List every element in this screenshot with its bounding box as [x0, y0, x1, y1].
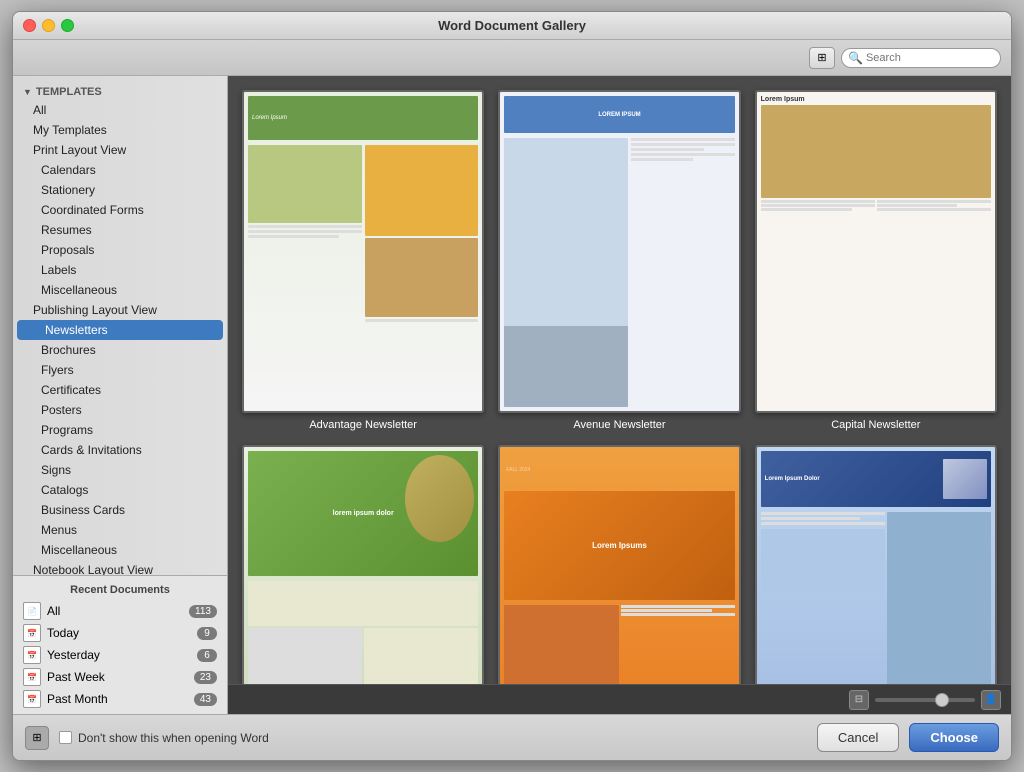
sidebar-item-flyers[interactable]: Flyers: [13, 360, 227, 380]
templates-section-header: ▼ TEMPLATES: [13, 82, 227, 100]
sidebar-item-stationery[interactable]: Stationery: [13, 180, 227, 200]
recent-documents-header: Recent Documents: [13, 580, 227, 600]
template-card-checkerboard[interactable]: lorem ipsum dolor: [242, 445, 484, 684]
template-thumb-advantage: Lorem Ipsum: [242, 90, 484, 413]
sidebar-item-notebook-layout-view[interactable]: Notebook Layout View: [13, 560, 227, 575]
cancel-button[interactable]: Cancel: [817, 723, 899, 752]
template-thumb-fall: FALL 2024 Lorem Ipsums: [498, 445, 740, 684]
main-window: Word Document Gallery ⊞ 🔍 ▼ TEMPLATES Al…: [12, 11, 1012, 761]
template-card-capital[interactable]: Lorem Ipsum: [755, 90, 997, 431]
grid-view-icon: ⊞: [817, 51, 826, 64]
recent-yesterday-icon: 📅: [23, 646, 41, 664]
template-thumb-capital: Lorem Ipsum: [755, 90, 997, 413]
sidebar-item-certificates[interactable]: Certificates: [13, 380, 227, 400]
recent-past-week-icon: 📅: [23, 668, 41, 686]
footer: ⊞ Don't show this when opening Word Canc…: [13, 714, 1011, 760]
template-card-advantage[interactable]: Lorem Ipsum: [242, 90, 484, 431]
sidebar-item-print-layout-view[interactable]: Print Layout View: [13, 140, 227, 160]
sidebar-item-posters[interactable]: Posters: [13, 400, 227, 420]
recent-item-past-week[interactable]: 📅 Past Week 23: [13, 666, 227, 688]
template-label-avenue: Avenue Newsletter: [573, 419, 665, 431]
template-card-float[interactable]: Lorem Ipsum Dolor: [755, 445, 997, 684]
sidebar-item-newsletters[interactable]: Newsletters: [17, 320, 223, 340]
content-area: Lorem Ipsum: [228, 76, 1011, 714]
zoom-button[interactable]: [61, 19, 74, 32]
recent-item-today[interactable]: 📅 Today 9: [13, 622, 227, 644]
zoom-slider-area: ⊟ 👤: [238, 690, 1001, 710]
template-label-capital: Capital Newsletter: [831, 419, 920, 431]
sidebar-item-business-cards[interactable]: Business Cards: [13, 500, 227, 520]
choose-button[interactable]: Choose: [909, 723, 999, 752]
recent-item-past-month[interactable]: 📅 Past Month 43: [13, 688, 227, 710]
template-gallery: Lorem Ipsum: [228, 76, 1011, 684]
content-bottom-bar: ⊟ 👤: [228, 684, 1011, 714]
triangle-icon: ▼: [23, 87, 32, 97]
templates-header-label: TEMPLATES: [36, 86, 102, 98]
main-area: ▼ TEMPLATES All My Templates Print Layou…: [13, 76, 1011, 714]
recent-past-month-icon: 📅: [23, 690, 41, 708]
zoom-thumb[interactable]: [935, 693, 949, 707]
dont-show-checkbox[interactable]: [59, 731, 72, 744]
sidebar-item-signs[interactable]: Signs: [13, 460, 227, 480]
zoom-track: [875, 698, 975, 702]
sidebar-item-miscellaneous1[interactable]: Miscellaneous: [13, 280, 227, 300]
sidebar-item-cards-invitations[interactable]: Cards & Invitations: [13, 440, 227, 460]
sidebar-item-publishing-layout-view[interactable]: Publishing Layout View: [13, 300, 227, 320]
recent-all-icon: 📄: [23, 602, 41, 620]
sidebar-item-programs[interactable]: Programs: [13, 420, 227, 440]
close-button[interactable]: [23, 19, 36, 32]
sidebar-item-resumes[interactable]: Resumes: [13, 220, 227, 240]
sidebar-item-miscellaneous2[interactable]: Miscellaneous: [13, 540, 227, 560]
search-icon: 🔍: [848, 51, 863, 65]
recent-item-yesterday[interactable]: 📅 Yesterday 6: [13, 644, 227, 666]
window-title: Word Document Gallery: [438, 18, 586, 33]
recent-today-icon: 📅: [23, 624, 41, 642]
titlebar: Word Document Gallery: [13, 12, 1011, 40]
sidebar-item-proposals[interactable]: Proposals: [13, 240, 227, 260]
dont-show-label: Don't show this when opening Word: [78, 731, 269, 745]
template-card-avenue[interactable]: LOREM IPSUM: [498, 90, 740, 431]
sidebar-templates-scroll: ▼ TEMPLATES All My Templates Print Layou…: [13, 76, 227, 575]
sidebar-item-my-templates[interactable]: My Templates: [13, 120, 227, 140]
sidebar-item-brochures[interactable]: Brochures: [13, 340, 227, 360]
template-card-fall[interactable]: FALL 2024 Lorem Ipsums: [498, 445, 740, 684]
footer-icon: ⊞: [25, 726, 49, 750]
template-label-advantage: Advantage Newsletter: [309, 419, 417, 431]
sidebar-item-catalogs[interactable]: Catalogs: [13, 480, 227, 500]
search-input[interactable]: [866, 52, 994, 64]
toolbar: ⊞ 🔍: [13, 40, 1011, 76]
sidebar-recent: Recent Documents 📄 All 113 📅 Today 9 📅 Y…: [13, 575, 227, 714]
minimize-button[interactable]: [42, 19, 55, 32]
view-toggle-button[interactable]: ⊞: [809, 47, 835, 69]
footer-checkbox-area: Don't show this when opening Word: [59, 731, 807, 745]
large-grid-button[interactable]: 👤: [981, 690, 1001, 710]
template-thumb-avenue: LOREM IPSUM: [498, 90, 740, 413]
sidebar-item-menus[interactable]: Menus: [13, 520, 227, 540]
template-thumb-float: Lorem Ipsum Dolor: [755, 445, 997, 684]
sidebar-item-all[interactable]: All: [13, 100, 227, 120]
sidebar: ▼ TEMPLATES All My Templates Print Layou…: [13, 76, 228, 714]
traffic-lights: [23, 19, 74, 32]
small-grid-button[interactable]: ⊟: [849, 690, 869, 710]
recent-item-all[interactable]: 📄 All 113: [13, 600, 227, 622]
template-thumb-checkerboard: lorem ipsum dolor: [242, 445, 484, 684]
sidebar-item-calendars[interactable]: Calendars: [13, 160, 227, 180]
search-box: 🔍: [841, 48, 1001, 68]
sidebar-item-labels[interactable]: Labels: [13, 260, 227, 280]
sidebar-item-coordinated-forms[interactable]: Coordinated Forms: [13, 200, 227, 220]
